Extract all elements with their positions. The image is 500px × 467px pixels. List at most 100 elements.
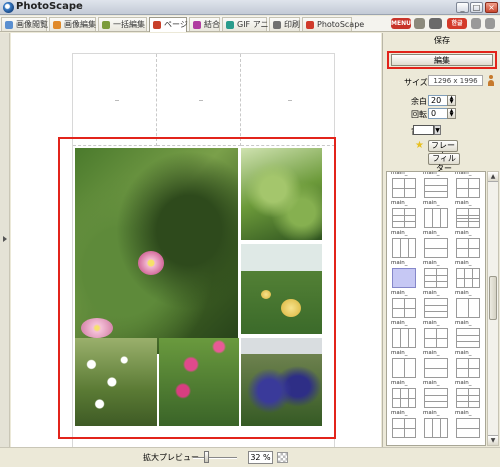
empty-cell[interactable] xyxy=(241,54,335,146)
layout-thumbnail[interactable]: main_ xyxy=(391,172,419,198)
layout-name: main_ xyxy=(423,410,440,416)
layout-thumbnail[interactable]: main_ xyxy=(391,260,419,288)
viewer-icon xyxy=(5,21,13,29)
tab-print[interactable]: 印刷 xyxy=(269,17,300,31)
layout-preview xyxy=(392,418,416,438)
edit-button[interactable]: 編集 xyxy=(391,54,493,66)
layout-thumbnail[interactable]: main_ xyxy=(455,200,483,228)
layout-thumbnail[interactable]: main_ xyxy=(391,350,419,378)
empty-cell[interactable] xyxy=(157,54,241,146)
layout-thumbnail[interactable]: main_ xyxy=(455,350,483,378)
layout-thumbnail[interactable]: main_ xyxy=(391,200,419,228)
layout-thumbnail[interactable]: main_ xyxy=(455,290,483,318)
layout-thumbnail[interactable]: main_ xyxy=(455,172,483,198)
layout-name: main_ xyxy=(391,350,408,356)
layout-scrollbar[interactable]: ▲ ▼ xyxy=(487,171,499,446)
background-color-swatch[interactable] xyxy=(413,125,434,135)
layout-preview xyxy=(424,268,448,288)
layout-name: main_ xyxy=(423,320,440,326)
layout-thumbnail[interactable]: main_ xyxy=(391,290,419,318)
tab-label: 画像閲覧 xyxy=(16,20,48,29)
layout-preview xyxy=(424,328,448,348)
list-icon[interactable] xyxy=(429,18,442,29)
layout-preview xyxy=(424,208,448,228)
layout-thumbnail[interactable]: main_ xyxy=(423,410,451,438)
layout-preview xyxy=(456,388,480,408)
selection-highlight xyxy=(58,137,336,439)
layout-preview xyxy=(456,268,480,288)
filter-button[interactable]: フィルター xyxy=(428,153,460,173)
layout-thumbnail[interactable]: main_ xyxy=(391,320,419,348)
minimize-button[interactable]: _ xyxy=(456,2,469,13)
tab-gif[interactable]: GIF アニメ xyxy=(222,17,277,31)
layout-thumbnail[interactable]: main_ xyxy=(455,380,483,408)
margin-stepper[interactable]: ▲ ▼ xyxy=(447,95,456,106)
layout-thumbnail[interactable]: main_ xyxy=(391,380,419,408)
page-canvas[interactable] xyxy=(11,33,381,453)
layout-name: main_ xyxy=(455,410,472,416)
save-button[interactable]: 保存 xyxy=(385,35,499,46)
layout-thumbnail[interactable]: main_ xyxy=(423,200,451,228)
tab-viewer[interactable]: 画像閲覧 xyxy=(1,17,48,31)
layout-name: main_ xyxy=(423,230,440,236)
layout-thumbnail[interactable]: main_ xyxy=(455,410,483,438)
layout-preview xyxy=(456,328,480,348)
layout-thumbnail[interactable]: main_ xyxy=(455,320,483,348)
layout-preview xyxy=(424,178,448,198)
window-title: PhotoScape xyxy=(16,1,83,12)
tab-label: 結合 xyxy=(204,20,220,29)
copy-icon[interactable] xyxy=(414,18,425,29)
zoom-label: 拡大プレビュー xyxy=(143,453,199,462)
scroll-down-icon[interactable]: ▼ xyxy=(488,435,498,445)
layout-thumbnail[interactable]: main_ xyxy=(423,172,451,198)
scroll-up-icon[interactable]: ▲ xyxy=(488,172,498,182)
layout-thumbnail[interactable]: main_ xyxy=(391,230,419,258)
language-button[interactable]: 한글 xyxy=(447,18,467,29)
layout-thumbnail[interactable]: main_ xyxy=(423,290,451,318)
star-icon: ★ xyxy=(415,140,424,151)
round-label: 回転 xyxy=(411,110,427,119)
round-stepper[interactable]: ▲ ▼ xyxy=(447,108,456,119)
layout-thumbnail[interactable]: main_ xyxy=(423,320,451,348)
tab-editor[interactable]: 画像編集 xyxy=(49,17,96,31)
frame-button[interactable]: フレーム xyxy=(428,140,458,160)
layout-name: main_ xyxy=(455,290,472,296)
title-bar: PhotoScape _ □ × xyxy=(0,0,500,15)
layout-preview xyxy=(424,418,448,438)
tab-label: 画像編集 xyxy=(64,20,96,29)
layout-thumbnail[interactable]: main_ xyxy=(423,260,451,288)
help-icon[interactable] xyxy=(471,18,481,29)
layout-preview xyxy=(392,298,416,318)
zoom-slider-thumb[interactable] xyxy=(204,451,209,463)
layout-thumbnail[interactable]: main_ xyxy=(455,230,483,258)
tab-batch[interactable]: 一括編集 xyxy=(98,17,147,31)
transparency-icon[interactable] xyxy=(277,452,288,463)
layout-thumbnail[interactable]: main_ xyxy=(455,260,483,288)
layout-name: main_ xyxy=(455,260,472,266)
layout-name: main_ xyxy=(391,410,408,416)
layout-preview xyxy=(456,208,480,228)
layout-thumbnail[interactable]: main_ xyxy=(423,230,451,258)
sidebar-toggle[interactable] xyxy=(0,33,10,447)
tab-page[interactable]: ページ xyxy=(149,17,188,32)
menu-button[interactable]: MENU xyxy=(391,18,411,29)
layout-preview xyxy=(392,178,416,198)
layout-name: main_ xyxy=(455,200,472,206)
layout-thumbnail[interactable]: main_ xyxy=(423,380,451,408)
zoom-slider[interactable] xyxy=(193,457,237,459)
layout-preview xyxy=(392,328,416,348)
maximize-button[interactable]: □ xyxy=(470,2,483,13)
layout-name: main_ xyxy=(455,320,472,326)
empty-cell[interactable] xyxy=(73,54,157,146)
tab-combine[interactable]: 結合 xyxy=(189,17,220,31)
layout-thumbnail[interactable]: main_ xyxy=(423,350,451,378)
person-icon[interactable] xyxy=(487,75,495,86)
chevron-down-icon[interactable]: ▼ xyxy=(434,125,441,135)
settings-icon[interactable] xyxy=(485,18,495,29)
tab-photoscape[interactable]: PhotoScape xyxy=(302,17,364,31)
layout-thumbnail[interactable]: main_ xyxy=(391,410,419,438)
size-value[interactable]: 1296 x 1996 xyxy=(428,75,483,86)
scroll-thumb[interactable] xyxy=(489,276,497,320)
layout-preview xyxy=(392,268,416,288)
close-button[interactable]: × xyxy=(485,2,498,13)
